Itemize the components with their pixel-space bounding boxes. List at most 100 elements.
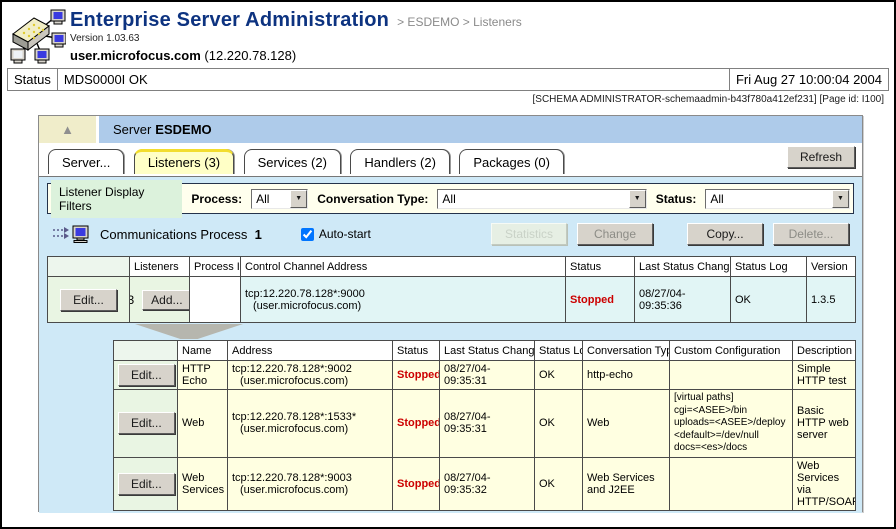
col-header-version: Version — [807, 257, 856, 277]
col-header-status: Status — [393, 341, 440, 361]
name-cell: Web Services — [178, 457, 228, 510]
listeners-content: Listener Display Filters Process: All ▼ … — [39, 176, 862, 513]
last-status-change-cell: 08/27/04-09:35:31 — [440, 390, 535, 458]
custom-configuration-cell — [670, 457, 793, 510]
autostart-label: Auto-start — [319, 227, 371, 241]
last-status-change-cell: 08/27/04-09:35:32 — [440, 457, 535, 510]
address-cell: tcp:12.220.78.128*:9002 (user.microfocus… — [228, 361, 393, 390]
process-id-cell — [190, 277, 241, 323]
description-cell: Basic HTTP web server — [793, 390, 856, 458]
change-button: Change — [577, 223, 653, 245]
status-datetime: Fri Aug 27 10:00:04 2004 — [729, 69, 888, 90]
conversation-type-cell: Web — [583, 390, 670, 458]
col-header-listeners: Listeners — [130, 257, 190, 277]
col-header-last-status-change: Last Status Change — [440, 341, 535, 361]
col-header-conversation-type: Conversation Type — [583, 341, 670, 361]
col-header-custom-configuration: Custom Configuration — [670, 341, 793, 361]
version-cell: 1.3.5 — [807, 277, 856, 323]
copy-button[interactable]: Copy... — [687, 223, 763, 245]
page-title: Enterprise Server Administration — [70, 9, 389, 32]
app-header: Enterprise Server Administration > ESDEM… — [2, 2, 894, 66]
session-info: [SCHEMA ADMINISTRATOR-schemaadmin-b43f78… — [2, 94, 884, 107]
page: Enterprise Server Administration > ESDEM… — [0, 0, 896, 529]
status-cell: Stopped — [393, 390, 440, 458]
name-cell: Web — [178, 390, 228, 458]
tab-listeners[interactable]: Listeners (3) — [134, 149, 234, 174]
listeners-table-header: Name Address Status Last Status Change S… — [114, 341, 856, 361]
hostname: user.microfocus.com — [70, 48, 201, 63]
address-cell: tcp:12.220.78.128*:9003 (user.microfocus… — [228, 457, 393, 510]
tab-bar: Server... Listeners (3) Services (2) Han… — [39, 143, 862, 176]
chevron-down-icon: ▼ — [832, 190, 849, 208]
network-logo-icon — [8, 7, 70, 66]
description-cell: Simple HTTP test — [793, 361, 856, 390]
statistics-button: Statistics — [491, 223, 567, 245]
header-text: Enterprise Server Administration > ESDEM… — [70, 7, 522, 66]
tab-server[interactable]: Server... — [48, 149, 124, 174]
conversation-type-cell: Web Services and J2EE — [583, 457, 670, 510]
conversation-type-filter-select[interactable]: All ▼ — [437, 189, 646, 209]
col-header-description: Description — [793, 341, 856, 361]
collapse-button[interactable]: ▲ — [39, 116, 96, 143]
edit-process-button[interactable]: Edit... — [60, 289, 117, 311]
tab-services[interactable]: Services (2) — [244, 149, 341, 174]
process-filter-select[interactable]: All ▼ — [251, 189, 308, 209]
refresh-button[interactable]: Refresh — [787, 146, 855, 168]
triangle-up-icon: ▲ — [61, 123, 74, 136]
process-table: Listeners Process ID Control Channel Add… — [47, 256, 856, 323]
process-table-header: Listeners Process ID Control Channel Add… — [48, 257, 856, 277]
status-label: Status — [8, 69, 58, 90]
process-row: Edit... 3 Add... tcp:12.220.78.128*:9000… — [48, 277, 856, 323]
edit-cell: Edit... — [48, 277, 130, 323]
listener-row: Edit... Web Services tcp:12.220.78.128*:… — [114, 457, 856, 510]
conversation-type-cell: http-echo — [583, 361, 670, 390]
status-cell: Stopped — [393, 361, 440, 390]
col-header-status-log: Status Log — [535, 341, 583, 361]
description-cell: Web Services via HTTP/SOAP — [793, 457, 856, 510]
col-header-last-status-change: Last Status Change — [635, 257, 731, 277]
listeners-table: Name Address Status Last Status Change S… — [113, 340, 856, 511]
listener-display-filters: Listener Display Filters Process: All ▼ … — [47, 183, 854, 214]
col-header-edit — [48, 257, 130, 277]
status-cell: Stopped — [393, 457, 440, 510]
host-line: user.microfocus.com (12.220.78.128) — [70, 48, 522, 63]
server-label: Server — [113, 122, 151, 137]
process-filter-label: Process: — [191, 192, 242, 206]
tab-handlers[interactable]: Handlers (2) — [350, 149, 450, 174]
edit-listener-button[interactable]: Edit... — [118, 473, 175, 495]
listener-count: 3 — [130, 293, 135, 307]
custom-configuration-cell: [virtual paths] cgi=<ASEE>/bin uploads=<… — [670, 390, 793, 458]
last-status-change-cell: 08/27/04-09:35:36 — [635, 277, 731, 323]
communications-process-label: Communications Process 1 — [100, 227, 262, 242]
last-status-change-cell: 08/27/04-09:35:31 — [440, 361, 535, 390]
communications-process-number: 1 — [255, 227, 262, 242]
col-header-name: Name — [178, 341, 228, 361]
edit-cell: Edit... — [114, 457, 178, 510]
name-cell: HTTP Echo — [178, 361, 228, 390]
expand-arrow-connector — [135, 324, 243, 339]
status-cell: Stopped — [566, 277, 635, 323]
address-cell: tcp:12.220.78.128*:1533* (user.microfocu… — [228, 390, 393, 458]
communications-process-icon — [52, 225, 90, 243]
edit-listener-button[interactable]: Edit... — [118, 364, 175, 386]
tab-packages[interactable]: Packages (0) — [459, 149, 564, 174]
edit-cell: Edit... — [114, 361, 178, 390]
col-header-status: Status — [566, 257, 635, 277]
status-log-cell: OK — [535, 457, 583, 510]
col-header-edit — [114, 341, 178, 361]
status-filter-label: Status: — [656, 192, 697, 206]
status-message: MDS0000I OK — [58, 69, 729, 90]
chevron-down-icon: ▼ — [290, 190, 307, 208]
listener-row: Edit... HTTP Echo tcp:12.220.78.128*:900… — [114, 361, 856, 390]
breadcrumb: > ESDEMO > Listeners — [397, 15, 522, 29]
custom-configuration-cell — [670, 361, 793, 390]
autostart-control: Auto-start — [301, 227, 371, 241]
server-panel: ▲ Server ESDEMO Server... Listeners (3) … — [38, 115, 863, 512]
edit-listener-button[interactable]: Edit... — [118, 412, 175, 434]
add-listener-button[interactable]: Add... — [142, 290, 189, 310]
autostart-checkbox[interactable] — [301, 228, 314, 241]
delete-button: Delete... — [773, 223, 849, 245]
version-label: Version 1.03.63 — [70, 33, 522, 44]
status-filter-select[interactable]: All ▼ — [705, 189, 850, 209]
filters-caption: Listener Display Filters — [51, 180, 182, 218]
